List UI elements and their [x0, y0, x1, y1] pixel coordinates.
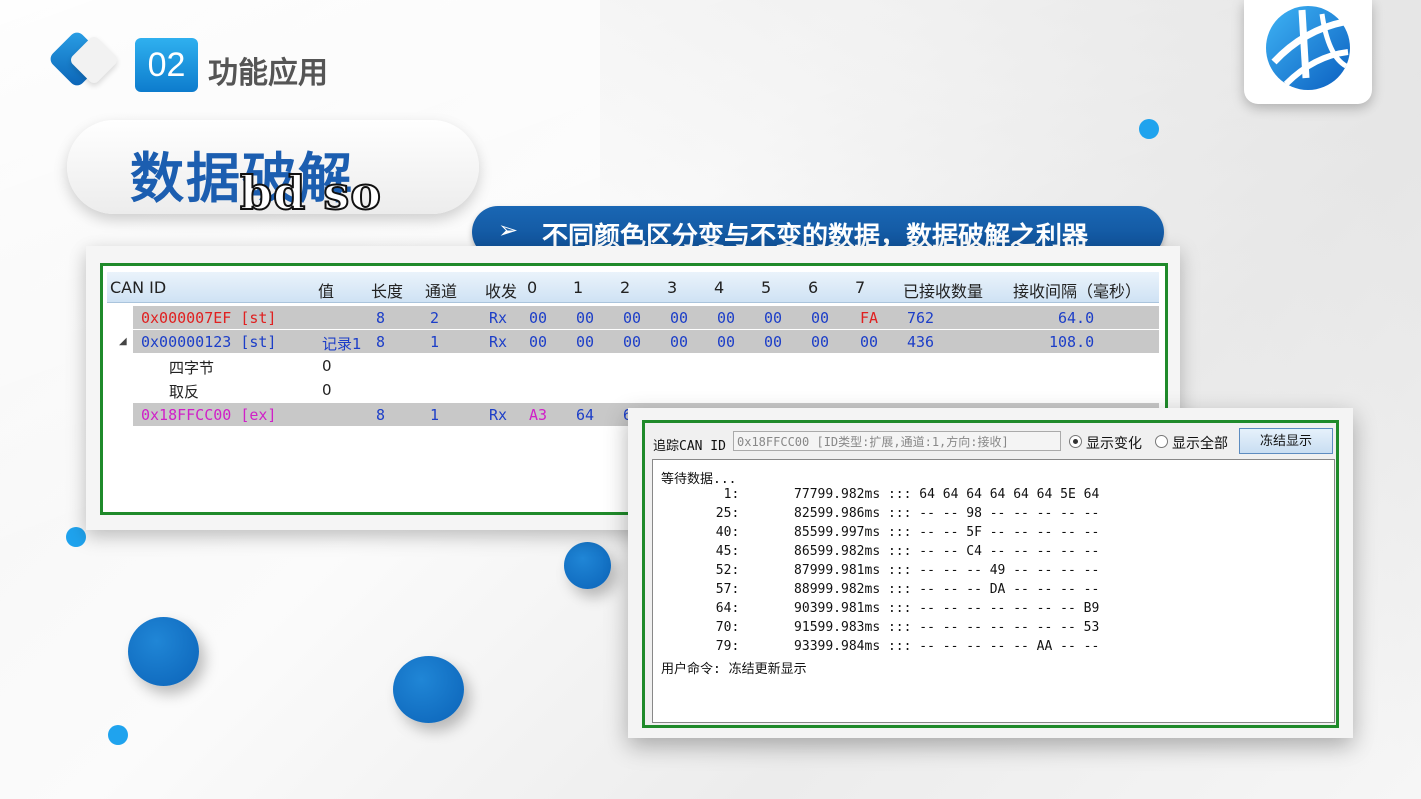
length-cell: 8 — [376, 309, 386, 327]
table-row[interactable]: 0x000007EF [st] 8 2 Rx 00 00 00 00 00 00… — [133, 306, 1159, 329]
column-header[interactable]: 已接收数量 — [903, 278, 983, 302]
byte-cell: 64 — [576, 406, 595, 424]
can-id: 0x18FFCC00 [ex] — [141, 406, 277, 424]
radio-show-all-label[interactable]: 显示全部 — [1172, 433, 1228, 453]
table-row[interactable]: 0x00000123 [st] 记录1 8 1 Rx 00 00 00 00 0… — [133, 330, 1159, 353]
byte-cell: 00 — [529, 309, 548, 327]
decor-dot — [1139, 119, 1159, 139]
can-id: 0x00000123 [st] — [141, 333, 277, 351]
watermark: bd so — [239, 165, 382, 221]
column-header[interactable]: 长度 — [371, 278, 403, 302]
sub-row[interactable]: 取反 0 — [133, 378, 1159, 401]
console-line: 1: 77799.982ms ::: 64 64 64 64 64 64 5E … — [661, 487, 1100, 502]
value-cell: 记录1 — [322, 335, 362, 353]
column-header[interactable]: 收发 — [485, 278, 517, 302]
count-cell: 762 — [907, 309, 935, 327]
can-id: 0x000007EF [st] — [141, 309, 277, 327]
column-header[interactable]: 5 — [761, 278, 771, 297]
byte-cell: 00 — [764, 333, 783, 351]
decor-dot — [393, 656, 464, 723]
console-line: 64: 90399.981ms ::: -- -- -- -- -- -- --… — [661, 601, 1100, 616]
length-cell: 8 — [376, 406, 386, 424]
console-line: 57: 88999.982ms ::: -- -- -- DA -- -- --… — [661, 582, 1100, 597]
collapse-triangle-icon[interactable]: ◢ — [119, 336, 127, 347]
console-line: 70: 91599.983ms ::: -- -- -- -- -- -- --… — [661, 620, 1100, 635]
column-header[interactable]: 2 — [620, 278, 630, 297]
byte-cell: 00 — [670, 333, 689, 351]
logo-icon — [1266, 6, 1350, 90]
column-header[interactable]: 3 — [667, 278, 677, 297]
byte-cell: 00 — [811, 333, 830, 351]
column-header[interactable]: 值 — [318, 278, 334, 302]
interval-cell: 108.0 — [1049, 333, 1095, 351]
column-header[interactable]: 通道 — [425, 278, 457, 302]
sub-row[interactable]: 四字节 0 — [133, 354, 1159, 377]
section-title: 功能应用 — [208, 56, 328, 91]
direction-cell: Rx — [489, 333, 508, 351]
console-line: 79: 93399.984ms ::: -- -- -- -- -- AA --… — [661, 639, 1100, 654]
byte-cell: A3 — [529, 406, 548, 424]
section-number: 02 — [135, 38, 198, 92]
console-line: 52: 87999.981ms ::: -- -- -- 49 -- -- --… — [661, 563, 1100, 578]
arrow-bullet-icon: ➢ — [498, 216, 519, 244]
console-line: 40: 85599.997ms ::: -- -- 5F -- -- -- --… — [661, 525, 1100, 540]
trace-id-label: 追踪CAN ID — [653, 439, 726, 454]
decor-dot — [128, 617, 199, 686]
column-header[interactable]: 1 — [573, 278, 583, 297]
trace-id-input[interactable]: 0x18FFCC00 [ID类型:扩展,通道:1,方向:接收] — [733, 431, 1061, 451]
column-header[interactable]: 0 — [527, 278, 537, 297]
byte-cell: 00 — [764, 309, 783, 327]
direction-cell: Rx — [489, 406, 508, 424]
byte-cell: 00 — [860, 333, 879, 351]
byte-cell: FA — [860, 309, 879, 327]
byte-cell: 00 — [811, 309, 830, 327]
console-line: 45: 86599.982ms ::: -- -- C4 -- -- -- --… — [661, 544, 1100, 559]
column-header[interactable]: 6 — [808, 278, 818, 297]
sub-row-value: 0 — [322, 381, 332, 399]
freeze-display-button[interactable]: 冻结显示 — [1239, 428, 1333, 454]
column-header[interactable]: 接收间隔（毫秒） — [1013, 278, 1141, 302]
decor-dot — [564, 542, 611, 589]
column-header[interactable]: 7 — [855, 278, 865, 297]
length-cell: 8 — [376, 333, 386, 351]
byte-cell: 00 — [717, 333, 736, 351]
channel-cell: 1 — [430, 333, 440, 351]
byte-cell: 00 — [529, 333, 548, 351]
console-line: 等待数据... — [661, 472, 737, 487]
trace-console[interactable]: 等待数据... 1: 77799.982ms ::: 64 64 64 64 6… — [652, 459, 1335, 723]
interval-cell: 64.0 — [1058, 309, 1095, 327]
direction-cell: Rx — [489, 309, 508, 327]
logo — [1244, 0, 1372, 104]
console-line: 用户命令: 冻结更新显示 — [661, 662, 807, 677]
count-cell: 436 — [907, 333, 935, 351]
byte-cell: 00 — [576, 309, 595, 327]
decor-dot — [108, 725, 128, 745]
channel-cell: 2 — [430, 309, 440, 327]
column-header[interactable]: 4 — [714, 278, 724, 297]
channel-cell: 1 — [430, 406, 440, 424]
decor-dot — [66, 527, 86, 547]
trace-window: 追踪CAN ID 0x18FFCC00 [ID类型:扩展,通道:1,方向:接收]… — [642, 420, 1339, 728]
table-header: CAN ID 值 长度 通道 收发 0 1 2 3 4 5 6 7 已接收数量 … — [107, 272, 1159, 303]
byte-cell: 00 — [670, 309, 689, 327]
radio-show-changes-label[interactable]: 显示变化 — [1086, 433, 1142, 453]
radio-show-changes[interactable] — [1069, 435, 1082, 448]
byte-cell: 00 — [623, 309, 642, 327]
sub-row-name: 取反 — [169, 383, 200, 401]
sub-row-value: 0 — [322, 357, 332, 375]
column-header[interactable]: CAN ID — [110, 278, 166, 297]
byte-cell: 00 — [576, 333, 595, 351]
console-line: 25: 82599.986ms ::: -- -- 98 -- -- -- --… — [661, 506, 1100, 521]
sub-row-name: 四字节 — [169, 359, 215, 377]
byte-cell: 00 — [717, 309, 736, 327]
radio-show-all[interactable] — [1155, 435, 1168, 448]
byte-cell: 00 — [623, 333, 642, 351]
